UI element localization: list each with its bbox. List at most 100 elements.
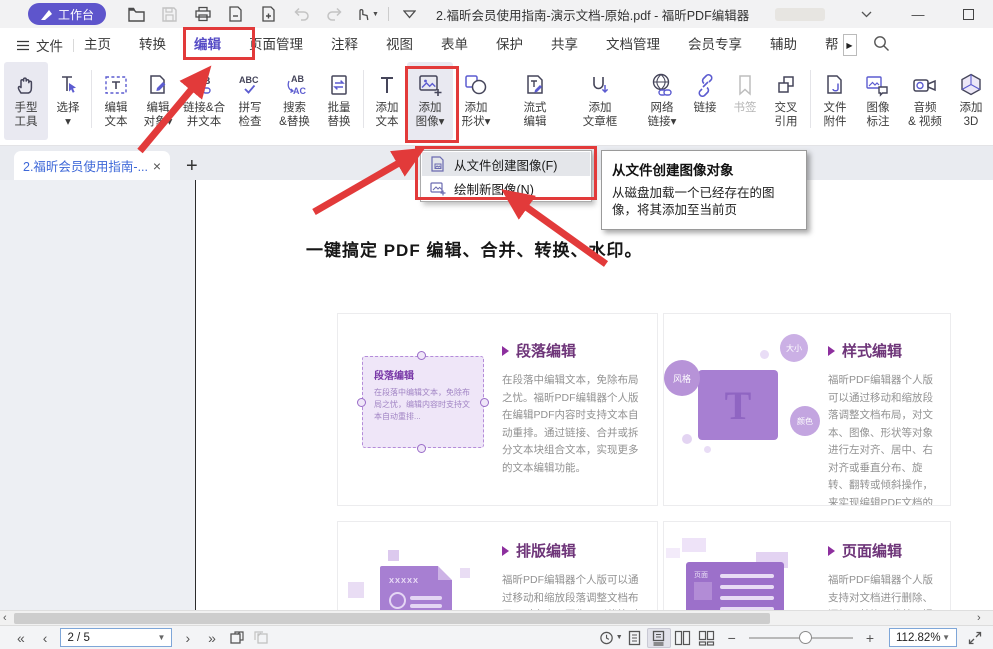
view-rotate-button[interactable]: ▼ bbox=[599, 628, 623, 648]
toolbar-button-web-link[interactable]: 网络 链接▾ bbox=[639, 62, 685, 140]
menu-item-create-image-from-file[interactable]: 从文件创建图像(F) bbox=[422, 152, 590, 176]
toolbar-button-hand-tool[interactable]: 手型 工具 bbox=[4, 62, 48, 140]
minimize-button[interactable]: — bbox=[901, 2, 935, 26]
toolbar-button-bookmark[interactable]: 书签 bbox=[725, 62, 765, 140]
first-page-button[interactable]: « bbox=[8, 627, 34, 649]
horizontal-scrollbar[interactable]: ‹ › bbox=[0, 610, 993, 625]
menu-item-comment[interactable]: 注释 bbox=[331, 28, 358, 62]
card-paragraph-edit: 段落编辑 在段落中编辑文本，免除布局之忧，编辑内容时支持文本自动重排... 段落… bbox=[337, 313, 658, 506]
print-button[interactable] bbox=[186, 2, 219, 26]
scroll-left-arrow[interactable]: ‹ bbox=[3, 611, 7, 625]
toolbar-button-add-3d[interactable]: 添加 3D bbox=[950, 62, 992, 140]
decor-dot bbox=[682, 434, 692, 444]
next-view-button[interactable] bbox=[249, 628, 273, 648]
facing-continuous-view-button[interactable] bbox=[695, 628, 719, 648]
toolbar-button-search-replace[interactable]: ABAC 搜索 &替换 bbox=[271, 62, 318, 140]
tab-close-button[interactable]: × bbox=[153, 158, 161, 174]
menu-item-share[interactable]: 共享 bbox=[551, 28, 578, 62]
continuous-view-button[interactable] bbox=[647, 628, 671, 648]
account-chevron[interactable] bbox=[849, 2, 883, 26]
toolbar-button-cross-reference[interactable]: 交叉 引用 bbox=[765, 62, 807, 140]
pdf-heading: 一键搞定 PDF 编辑、合并、转换、水印。 bbox=[306, 236, 642, 261]
toolbar-button-add-shape[interactable]: 添加 形状▾ bbox=[453, 62, 499, 140]
open-file-button[interactable] bbox=[120, 2, 153, 26]
single-page-view-button[interactable] bbox=[623, 628, 647, 648]
zoom-out-button[interactable]: − bbox=[719, 627, 745, 649]
menu-item-home[interactable]: 主页 bbox=[84, 28, 111, 62]
maximize-button[interactable] bbox=[951, 2, 985, 26]
toolbar-button-label: 添加 3D bbox=[960, 101, 983, 129]
previous-view-button[interactable] bbox=[225, 628, 249, 648]
toolbar-button-add-image[interactable]: 添加 图像▾ bbox=[407, 62, 453, 140]
zoom-slider[interactable] bbox=[749, 628, 853, 648]
toolbar-button-edit-text[interactable]: 编辑 文本 bbox=[95, 62, 137, 140]
toolbar-button-file-attachment[interactable]: 文件 附件 bbox=[814, 62, 856, 140]
horizontal-scrollbar-thumb[interactable] bbox=[14, 613, 770, 624]
triangle-bullet-icon bbox=[502, 346, 509, 356]
menu-item-assist[interactable]: 辅助 bbox=[770, 28, 797, 62]
workspace-button[interactable]: 工作台 bbox=[28, 3, 106, 25]
toolbar-button-add-text[interactable]: 添加 文本 bbox=[367, 62, 407, 140]
web-link-icon bbox=[649, 69, 675, 101]
toolbar-button-flow-edit[interactable]: 流式 编辑 bbox=[513, 62, 557, 140]
toolbar-button-label: 链接&合 并文本 bbox=[183, 101, 225, 129]
add-page-button[interactable] bbox=[252, 2, 285, 26]
toolbar-button-select[interactable]: 选择 ▾ bbox=[48, 62, 88, 140]
last-page-button[interactable]: » bbox=[199, 627, 225, 649]
menu-separator bbox=[73, 39, 74, 52]
decor-square bbox=[348, 582, 364, 598]
chevron-down-icon bbox=[861, 11, 872, 18]
link-icon bbox=[693, 69, 717, 101]
undo-button[interactable] bbox=[285, 2, 318, 26]
previous-page-button[interactable]: ‹ bbox=[34, 627, 57, 649]
size-circle: 大小 bbox=[780, 334, 808, 362]
page-plus-icon bbox=[261, 6, 276, 22]
toolbar-button-edit-object[interactable]: 编辑 对象▾ bbox=[137, 62, 179, 140]
triangle-bullet-icon bbox=[828, 546, 835, 556]
new-tab-button[interactable]: + bbox=[186, 156, 198, 176]
decor-line bbox=[410, 596, 442, 600]
toolbar-button-add-article-box[interactable]: 添加 文章框 bbox=[573, 62, 627, 140]
toolbar-button-link[interactable]: 链接 bbox=[685, 62, 725, 140]
toolbar-button-spell-check[interactable]: ABC 拼写 检查 bbox=[229, 62, 271, 140]
menu-item-member-exclusive[interactable]: 会员专享 bbox=[688, 28, 742, 62]
toolbar-button-batch-replace[interactable]: 批量 替换 bbox=[318, 62, 360, 140]
search-button[interactable] bbox=[873, 35, 890, 55]
dropdown-caret-icon: ▼ bbox=[158, 633, 166, 642]
toolbar-button-audio-video[interactable]: 音频 & 视频 bbox=[900, 62, 950, 140]
spell-check-icon: ABC bbox=[237, 69, 263, 101]
scroll-right-arrow[interactable]: › bbox=[977, 611, 981, 625]
menu-item-help-truncated[interactable]: 帮 bbox=[825, 28, 839, 62]
menu-item-protect[interactable]: 保护 bbox=[496, 28, 523, 62]
menu-item-label: 文件 bbox=[36, 35, 63, 55]
document-tab-active[interactable]: 2.福昕会员使用指南-... × bbox=[14, 151, 170, 180]
zoom-slider-thumb[interactable] bbox=[799, 631, 812, 644]
page-number-combo[interactable]: 2 / 5 ▼ bbox=[60, 628, 172, 647]
redo-button[interactable] bbox=[318, 2, 351, 26]
decor-square bbox=[460, 568, 470, 578]
bookmark-icon bbox=[733, 69, 757, 101]
menu-item-draw-new-image[interactable]: 绘制新图像(N) bbox=[422, 176, 590, 200]
selection-handle bbox=[480, 398, 489, 407]
fullscreen-button[interactable] bbox=[963, 628, 987, 648]
menu-item-file[interactable]: 文件 bbox=[16, 28, 63, 62]
save-button[interactable] bbox=[153, 2, 186, 26]
menu-item-form[interactable]: 表单 bbox=[441, 28, 468, 62]
card-layout-edit: XXXXX 排版编辑 福昕PDF编辑器个人版可以通过移动和缩放段落调整文档布局、… bbox=[337, 521, 658, 610]
menu-item-doc-manage[interactable]: 文档管理 bbox=[606, 28, 660, 62]
hand-mode-button[interactable]: ▼ bbox=[351, 2, 384, 26]
tab-title: 2.福昕会员使用指南-... bbox=[23, 156, 149, 175]
zoom-in-button[interactable]: + bbox=[857, 627, 883, 649]
toolbar-button-image-annotation[interactable]: 图像 标注 bbox=[856, 62, 900, 140]
menu-item-page-manage[interactable]: 页面管理 bbox=[249, 28, 303, 62]
next-page-button[interactable]: › bbox=[176, 627, 199, 649]
menu-overflow-button[interactable]: ▶ bbox=[843, 34, 857, 56]
toolbar-button-link-merge-text[interactable]: AB 链接&合 并文本 bbox=[179, 62, 229, 140]
zoom-level-combo[interactable]: 112.82% ▼ bbox=[889, 628, 957, 647]
facing-view-button[interactable] bbox=[671, 628, 695, 648]
collapse-toolbar-button[interactable] bbox=[393, 2, 426, 26]
delete-page-button[interactable] bbox=[219, 2, 252, 26]
menu-item-edit[interactable]: 编辑 bbox=[194, 28, 221, 62]
menu-item-convert[interactable]: 转换 bbox=[139, 28, 166, 62]
menu-item-view[interactable]: 视图 bbox=[386, 28, 413, 62]
